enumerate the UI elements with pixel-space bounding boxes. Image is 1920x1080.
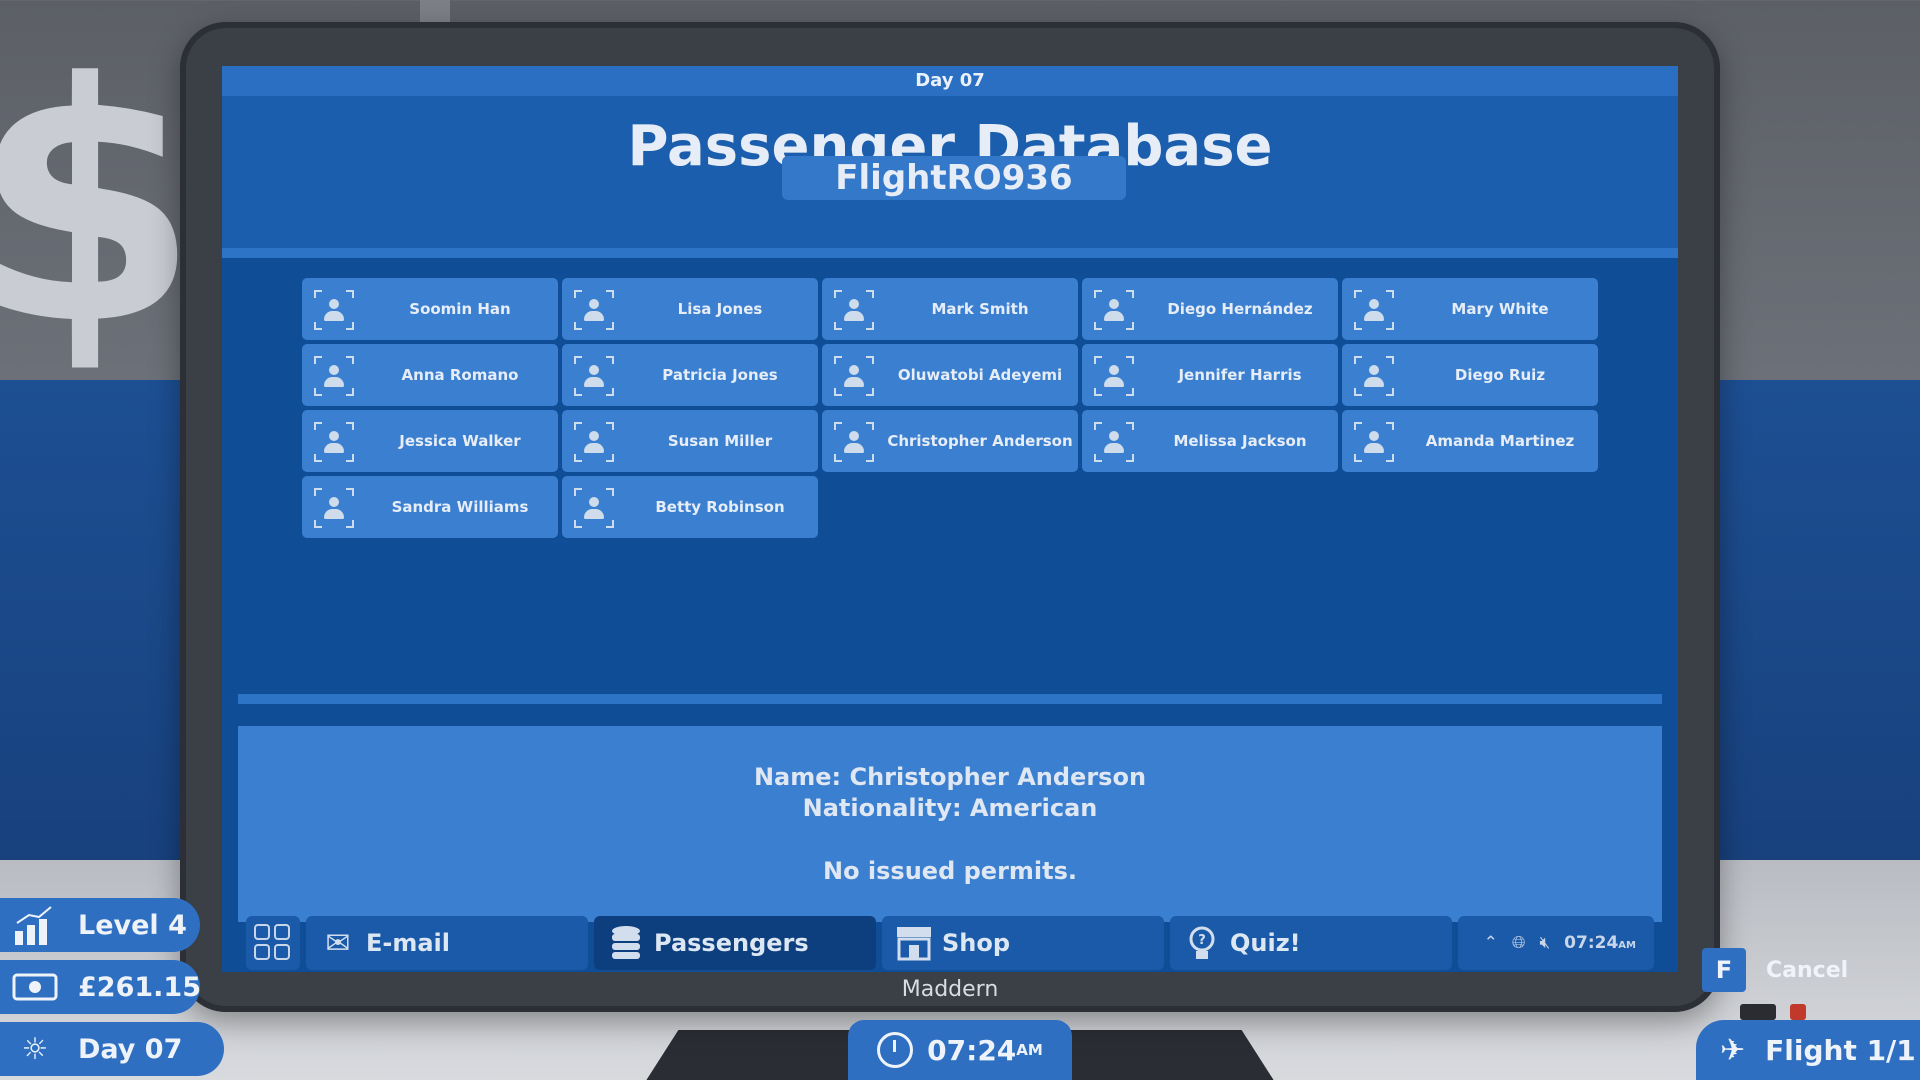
passenger-card[interactable]: Mary White	[1342, 278, 1598, 340]
taskbar-passengers-label: Passengers	[654, 929, 809, 957]
bar-chart-star-icon	[12, 902, 58, 948]
person-icon	[314, 356, 354, 396]
passenger-card[interactable]: Melissa Jackson	[1082, 410, 1338, 472]
passenger-details: Name: Christopher Anderson Nationality: …	[238, 726, 1662, 922]
hud-flight-text: Flight 1/1	[1765, 1033, 1916, 1067]
detail-permits: No issued permits.	[822, 857, 1078, 885]
passenger-card[interactable]: Diego Hernández	[1082, 278, 1338, 340]
hud-day: ☼ Day 07	[0, 1022, 224, 1076]
hud-money-text: £261.15	[78, 971, 201, 1003]
hud-time-suffix: AM	[1016, 1041, 1043, 1059]
person-icon	[574, 290, 614, 330]
hud-day-text: Day 07	[78, 1033, 183, 1065]
person-icon	[834, 422, 874, 462]
hud-level: Level 4	[0, 898, 200, 952]
monitor-brand: Maddern	[901, 977, 999, 1002]
hud-flight: ✈︎ Flight 1/1	[1696, 1020, 1920, 1080]
taskbar-shop-button[interactable]: Shop	[882, 916, 1164, 970]
globe-icon[interactable]: 🌐︎	[1512, 933, 1526, 953]
person-icon	[1094, 422, 1134, 462]
screen-day-bar: Day 07	[222, 66, 1678, 96]
person-icon	[1094, 290, 1134, 330]
background-dollar-sign: $	[0, 13, 200, 397]
passenger-card[interactable]: Susan Miller	[562, 410, 818, 472]
person-icon	[834, 356, 874, 396]
hud-clock: 07:24 AM	[848, 1020, 1072, 1080]
taskbar-quiz-button[interactable]: ? Quiz!	[1170, 916, 1452, 970]
speaker-muted-icon[interactable]: 🔇︎	[1539, 933, 1550, 953]
passenger-grid: Soomin Han Lisa Jones Mark Smith Diego Hern…	[302, 278, 1602, 538]
tray-clock: 07:24AM	[1564, 933, 1636, 953]
sun-moon-icon: ☼	[21, 1031, 49, 1067]
monitor-button	[1740, 1004, 1776, 1020]
detail-name: Name: Christopher Anderson	[753, 763, 1147, 791]
hud-money: £261.15	[0, 960, 201, 1014]
passenger-card[interactable]: Amanda Martinez	[1342, 410, 1598, 472]
passenger-card[interactable]: Soomin Han	[302, 278, 558, 340]
detail-nationality: Nationality: American	[802, 794, 1098, 822]
person-icon	[574, 356, 614, 396]
banknote-icon	[12, 964, 58, 1010]
hud-level-text: Level 4	[78, 909, 187, 941]
cancel-action[interactable]: F Cancel	[1702, 948, 1848, 992]
taskbar-passengers-button[interactable]: Passengers	[594, 916, 876, 970]
flight-code: FlightRO936	[782, 156, 1126, 200]
system-tray: ⌃ 🌐︎ 🔇︎ 07:24AM	[1458, 916, 1654, 970]
passenger-card[interactable]: Patricia Jones	[562, 344, 818, 406]
person-icon	[1354, 290, 1394, 330]
database-icon	[606, 923, 646, 963]
passenger-card[interactable]: Jessica Walker	[302, 410, 558, 472]
passenger-card[interactable]: Jennifer Harris	[1082, 344, 1338, 406]
passenger-card[interactable]: Betty Robinson	[562, 476, 818, 538]
person-icon	[834, 290, 874, 330]
taskbar-email-label: E-mail	[366, 929, 451, 957]
person-icon	[574, 422, 614, 462]
divider	[238, 694, 1662, 704]
plane-icon: ✈︎	[1720, 1032, 1746, 1068]
taskbar: ✉ E-mail Passengers Shop ? Quiz! ⌃ 🌐︎ 🔇︎…	[246, 916, 1654, 972]
person-icon	[1354, 422, 1394, 462]
envelope-icon: ✉	[325, 925, 351, 961]
lightbulb-icon: ?	[1182, 923, 1222, 963]
start-menu-button[interactable]	[246, 916, 300, 970]
svg-text:?: ?	[1198, 933, 1206, 948]
person-icon	[1354, 356, 1394, 396]
passenger-card[interactable]: Diego Ruiz	[1342, 344, 1598, 406]
passenger-card[interactable]: Mark Smith	[822, 278, 1078, 340]
passenger-card[interactable]: Anna Romano	[302, 344, 558, 406]
passenger-card[interactable]: Lisa Jones	[562, 278, 818, 340]
person-icon	[314, 488, 354, 528]
taskbar-shop-label: Shop	[942, 929, 1011, 957]
chevron-up-icon[interactable]: ⌃	[1484, 933, 1498, 953]
passenger-card[interactable]: Oluwatobi Adeyemi	[822, 344, 1078, 406]
shop-icon	[894, 923, 934, 963]
monitor-power-led	[1790, 1004, 1806, 1020]
taskbar-quiz-label: Quiz!	[1230, 929, 1301, 957]
cancel-label[interactable]: Cancel	[1766, 958, 1848, 983]
passenger-card[interactable]: Sandra Williams	[302, 476, 558, 538]
hud-time: 07:24	[927, 1033, 1017, 1067]
cancel-key[interactable]: F	[1702, 948, 1746, 992]
person-icon	[574, 488, 614, 528]
grid-icon	[254, 924, 270, 940]
clock-icon	[877, 1032, 914, 1068]
person-icon	[314, 422, 354, 462]
passenger-card[interactable]: Christopher Anderson	[822, 410, 1078, 472]
person-icon	[1094, 356, 1134, 396]
person-icon	[314, 290, 354, 330]
monitor-screen: Day 07 Passenger Database FlightRO936 So…	[222, 66, 1678, 972]
taskbar-email-button[interactable]: ✉ E-mail	[306, 916, 588, 970]
